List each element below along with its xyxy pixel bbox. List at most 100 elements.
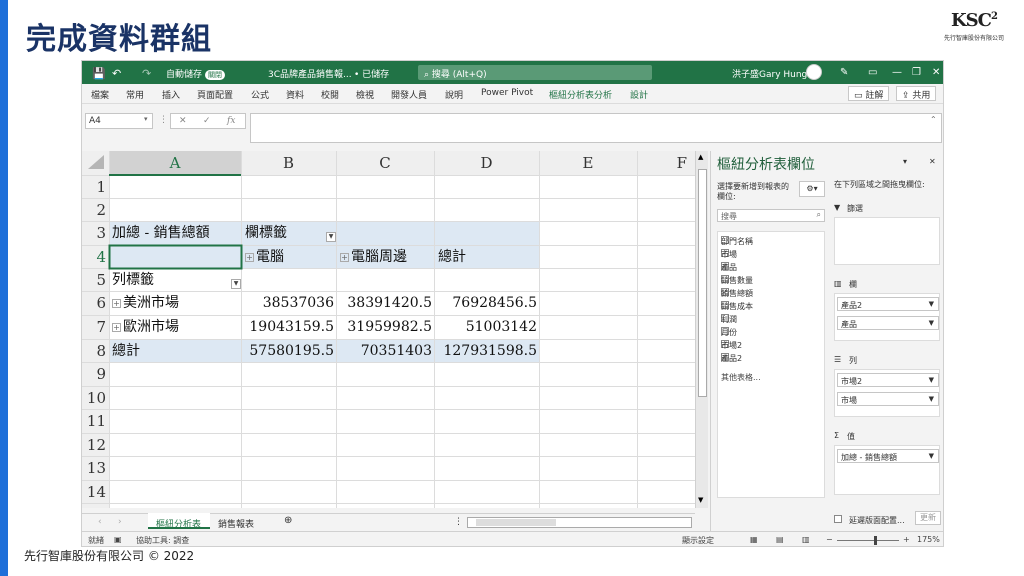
comment-button[interactable]: ▭ 註解	[848, 86, 890, 101]
page-layout-view-icon[interactable]: ▤	[776, 535, 784, 544]
zone-item[interactable]: 產品 ▼	[837, 316, 939, 330]
columns-zone[interactable]: 產品2 ▼ 產品 ▼	[834, 293, 940, 341]
close-icon[interactable]: ✕	[932, 67, 940, 78]
dropdown-icon[interactable]: ▼	[929, 376, 934, 384]
row-header-14[interactable]: 14	[82, 481, 106, 503]
scroll-down-icon[interactable]: ▼	[698, 496, 703, 504]
dropdown-icon[interactable]: ▼	[929, 300, 934, 308]
tab-design[interactable]: 設計	[630, 88, 648, 101]
pivot-row-total[interactable]: 總計	[112, 340, 140, 362]
defer-checkbox[interactable]	[834, 515, 842, 523]
row-header-11[interactable]: 11	[82, 410, 106, 432]
next-sheet-icon[interactable]: ›	[118, 517, 122, 527]
zone-item[interactable]: 產品2 ▼	[837, 297, 939, 311]
update-button[interactable]: 更新	[915, 511, 941, 525]
expand-icon[interactable]: +	[245, 252, 254, 262]
layout-gear-icon[interactable]: ⚙▾	[799, 181, 825, 197]
pivot-cell[interactable]: 38391420.5	[336, 292, 432, 314]
pen-icon[interactable]: ✎	[840, 67, 848, 78]
pivot-column-labels[interactable]: 欄標籤	[245, 222, 287, 244]
col-header-a[interactable]: A	[109, 152, 241, 174]
minimize-icon[interactable]: —	[892, 67, 902, 78]
cancel-icon[interactable]: ✕	[179, 116, 187, 126]
pivot-cell[interactable]: 76928456.5	[434, 292, 537, 314]
col-header-d[interactable]: D	[434, 152, 539, 174]
autosave-toggle[interactable]: 關閉	[205, 70, 226, 80]
avatar[interactable]	[806, 64, 822, 80]
pivot-cell[interactable]: 38537036	[241, 292, 334, 314]
dropdown-icon[interactable]: ▼	[929, 319, 934, 327]
zoom-level[interactable]: 175%	[917, 535, 940, 544]
row-header-7[interactable]: 7	[82, 316, 106, 338]
pivot-cell[interactable]: 19043159.5	[241, 316, 334, 338]
tab-developer[interactable]: 開發人員	[391, 88, 427, 101]
macro-icon[interactable]: ▣	[114, 535, 122, 544]
zoom-out-icon[interactable]: −	[826, 535, 833, 544]
zone-item[interactable]: 加總 - 銷售總額 ▼	[837, 449, 939, 463]
col-header-c[interactable]: C	[336, 152, 434, 174]
redo-icon[interactable]: ↷	[142, 67, 151, 80]
col-header-f[interactable]: F	[637, 152, 695, 174]
tab-power-pivot[interactable]: Power Pivot	[481, 88, 533, 98]
row-header-1[interactable]: 1	[82, 176, 106, 198]
sheet-tab-sales[interactable]: 銷售報表	[218, 517, 254, 530]
pivot-cell[interactable]: 51003142	[434, 316, 537, 338]
user-name[interactable]: 洪子盛Gary Hung	[732, 67, 807, 80]
scroll-up-icon[interactable]: ▲	[698, 153, 703, 161]
page-break-view-icon[interactable]: ▥	[802, 535, 810, 544]
formula-input[interactable]	[250, 113, 942, 143]
tab-insert[interactable]: 插入	[162, 88, 180, 101]
worksheet-grid[interactable]: A B C D E F 1 2 3 4 5 6 7 8 9 10 11 12 1…	[82, 151, 695, 508]
share-button[interactable]: ⇪ 共用	[896, 86, 937, 101]
tab-pivot-analyze[interactable]: 樞紐分析表分析	[549, 88, 612, 101]
search-box[interactable]: ⌕ 搜尋 (Alt+Q)	[418, 65, 652, 80]
row-header-4[interactable]: 4	[82, 246, 106, 268]
prev-sheet-icon[interactable]: ‹	[98, 517, 102, 527]
dropdown-icon[interactable]: ▼	[929, 395, 934, 403]
tab-page-layout[interactable]: 頁面配置	[197, 88, 233, 101]
name-box[interactable]: A4	[85, 113, 153, 129]
namebox-dropdown-icon[interactable]: ▾	[144, 115, 148, 123]
more-sheets-icon[interactable]: ⋮	[454, 517, 463, 527]
enter-icon[interactable]: ✓	[203, 116, 211, 126]
pivot-total-cell[interactable]: 70351403	[336, 340, 432, 362]
filters-zone[interactable]	[834, 217, 940, 265]
tab-review[interactable]: 校閱	[321, 88, 339, 101]
column-filter-dropdown-icon[interactable]: ▼	[326, 232, 336, 242]
horizontal-scrollbar[interactable]	[467, 517, 692, 528]
rows-zone[interactable]: 市場2 ▼ 市場 ▼	[834, 369, 940, 417]
tab-file[interactable]: 檔案	[91, 88, 109, 101]
zone-item[interactable]: 市場 ▼	[837, 392, 939, 406]
expand-icon[interactable]: +	[112, 298, 121, 308]
expand-icon[interactable]: +	[112, 322, 121, 332]
dropdown-icon[interactable]: ▼	[929, 452, 934, 460]
pivot-col-header-total[interactable]: 總計	[438, 246, 466, 268]
pivot-row-americas[interactable]: + 美洲市場	[112, 292, 179, 314]
row-filter-dropdown-icon[interactable]: ▼	[231, 279, 241, 289]
pivot-row-europe[interactable]: + 歐洲市場	[112, 316, 179, 338]
tab-home[interactable]: 常用	[126, 88, 144, 101]
row-header-13[interactable]: 13	[82, 457, 106, 479]
insert-function-icon[interactable]: fx	[227, 116, 235, 126]
col-header-b[interactable]: B	[241, 152, 336, 174]
row-header-2[interactable]: 2	[82, 199, 106, 221]
zoom-slider[interactable]	[837, 540, 899, 541]
tab-view[interactable]: 檢視	[356, 88, 374, 101]
more-icon[interactable]: ⋮	[159, 115, 168, 125]
pane-close-icon[interactable]: ✕	[929, 157, 936, 166]
row-header-6[interactable]: 6	[82, 292, 106, 314]
add-sheet-icon[interactable]: ⊕	[284, 515, 292, 526]
normal-view-icon[interactable]: ▦	[750, 535, 758, 544]
ribbon-display-icon[interactable]: ▭	[868, 67, 877, 78]
vertical-scrollbar[interactable]: ▲ ▼	[695, 151, 708, 508]
pivot-col-header-computer[interactable]: + 電腦	[245, 246, 284, 268]
tab-help[interactable]: 說明	[445, 88, 463, 101]
zoom-slider-thumb[interactable]	[874, 536, 877, 545]
scroll-thumb[interactable]	[698, 169, 707, 397]
field-search-input[interactable]: 搜尋 ⌕	[717, 209, 825, 222]
restore-icon[interactable]: ❐	[912, 67, 921, 78]
undo-icon[interactable]: ↶	[112, 67, 121, 80]
col-header-e[interactable]: E	[539, 152, 637, 174]
expand-icon[interactable]: +	[340, 252, 349, 262]
sheet-tab-pivot[interactable]: 樞紐分析表	[156, 517, 201, 530]
